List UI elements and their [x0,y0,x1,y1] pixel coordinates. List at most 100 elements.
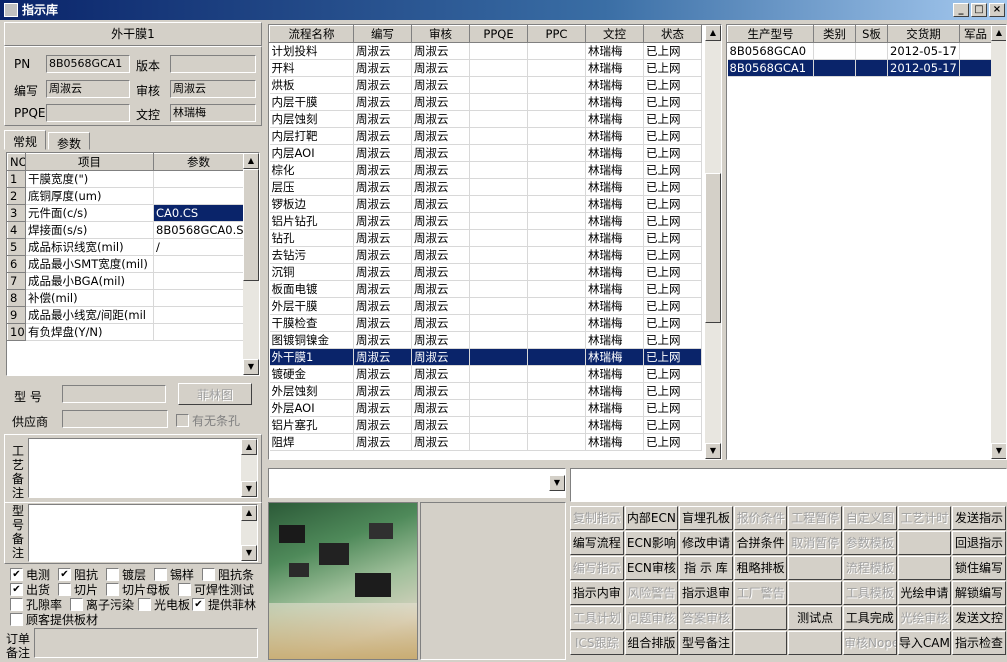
checkbox-box[interactable] [58,583,71,596]
chevron-down-icon[interactable]: ▼ [549,475,565,491]
checkbox-box[interactable] [202,568,215,581]
writer-field[interactable]: 周淑云 [46,80,130,98]
orders-scrollbar[interactable]: ▲ ▼ [991,25,1006,459]
checkbox-13[interactable]: 顾客提供板材 [10,611,98,628]
table-row[interactable]: 10 有负焊盘(Y/N) [7,323,244,341]
scroll-down-icon[interactable]: ▼ [243,359,259,375]
table-row[interactable]: 8B0568GCA1 2012-05-17 [727,59,992,77]
table-row[interactable]: 锣板边 周淑云 周淑云 林瑞梅 已上网 [269,195,702,213]
table-row[interactable]: 图镀铜镍金 周淑云 周淑云 林瑞梅 已上网 [269,331,702,349]
checkbox-box[interactable]: ✔ [192,598,205,611]
tab-params[interactable]: 参数 [48,132,91,151]
action-button-1-4[interactable]: 取消暂停 [788,531,842,555]
param-value[interactable] [153,306,244,324]
table-row[interactable]: 沉铜 周淑云 周淑云 林瑞梅 已上网 [269,263,702,281]
table-row[interactable]: 去钻污 周淑云 周淑云 林瑞梅 已上网 [269,246,702,264]
table-row[interactable]: 内层干膜 周淑云 周淑云 林瑞梅 已上网 [269,93,702,111]
action-button-5-7[interactable]: 指示检查 [952,631,1006,655]
param-value[interactable]: / [153,238,244,256]
tab-general[interactable]: 常规 [4,130,47,150]
action-button-3-3[interactable]: 工厂警告 [733,581,788,605]
param-value[interactable] [153,187,244,205]
flow-col-header[interactable]: 状态 [643,25,702,43]
action-button-2-4[interactable] [788,556,842,580]
action-button-0-4[interactable]: 工程暂停 [788,506,842,530]
action-button-4-1[interactable]: 问题审核 [624,606,679,630]
table-row[interactable]: 1 干膜宽度(") [7,170,244,188]
param-col-item[interactable]: 项目 [25,153,154,171]
action-button-5-4[interactable] [788,631,842,655]
table-row[interactable]: 7 成品最小BGA(mil) [7,272,244,290]
checkbox-box[interactable]: ✔ [10,568,23,581]
action-button-3-5[interactable]: 工具模板 [843,581,897,605]
action-button-2-3[interactable]: 租略排板 [733,556,788,580]
checkbox-box[interactable] [70,598,83,611]
close-button[interactable]: × [989,3,1005,17]
action-button-4-3[interactable] [733,606,788,630]
order-note-input[interactable] [34,628,258,658]
review-field[interactable]: 周淑云 [170,80,256,98]
flow-col-header[interactable]: 审核 [411,25,470,43]
action-button-2-1[interactable]: ECN审核 [624,556,679,580]
action-button-4-4[interactable]: 测试点 [788,606,842,630]
supplier-field[interactable] [62,410,168,428]
action-button-1-3[interactable]: 合拼条件 [733,531,788,555]
param-value[interactable] [153,289,244,307]
action-button-4-7[interactable]: 发送文控 [952,606,1006,630]
action-button-4-6[interactable]: 光绘审核 [897,606,952,630]
param-value[interactable] [153,323,244,341]
pn-field[interactable]: 8B0568GCA1 [46,55,130,73]
action-button-2-0[interactable]: 编写指示 [570,556,624,580]
action-button-2-2[interactable]: 指 示 库 [679,556,733,580]
scroll-up-icon[interactable]: ▲ [243,153,259,169]
checkbox-box[interactable] [10,613,23,626]
table-row[interactable]: 外层蚀刻 周淑云 周淑云 林瑞梅 已上网 [269,382,702,400]
table-row[interactable]: 铝片塞孔 周淑云 周淑云 林瑞梅 已上网 [269,416,702,434]
action-button-2-7[interactable]: 锁住编写 [952,556,1006,580]
table-row[interactable]: 棕化 周淑云 周淑云 林瑞梅 已上网 [269,161,702,179]
checkbox-box[interactable] [106,583,119,596]
table-row[interactable]: 5 成品标识线宽(mil) / [7,238,244,256]
process-note-input[interactable]: ▲ ▼ [28,438,258,498]
table-row[interactable]: 钻孔 周淑云 周淑云 林瑞梅 已上网 [269,229,702,247]
action-button-4-2[interactable]: 答案审核 [679,606,733,630]
flow-col-header[interactable]: PPC [527,25,586,43]
action-button-5-5[interactable]: 审核Nope [843,631,897,655]
action-button-2-6[interactable] [897,556,952,580]
flow-col-header[interactable]: 流程名称 [269,25,354,43]
scroll-down-icon[interactable]: ▼ [241,545,257,561]
checkbox-11[interactable]: 光电板 [138,596,190,613]
table-row[interactable]: 铝片钻孔 周淑云 周淑云 林瑞梅 已上网 [269,212,702,230]
checkbox-box[interactable] [178,583,191,596]
action-button-3-2[interactable]: 指示退审 [679,581,733,605]
action-button-4-5[interactable]: 工具完成 [843,606,897,630]
action-button-0-1[interactable]: 内部ECN [624,506,679,530]
action-button-5-2[interactable]: 型号备注 [679,631,733,655]
checkbox-box[interactable] [10,598,23,611]
scroll-thumb[interactable] [705,173,721,323]
table-row[interactable]: 内层AOI 周淑云 周淑云 林瑞梅 已上网 [269,144,702,162]
table-row[interactable]: 干膜检查 周淑云 周淑云 林瑞梅 已上网 [269,314,702,332]
scroll-down-icon[interactable]: ▼ [991,443,1006,459]
orders-col-header[interactable]: S板 [855,25,888,43]
version-field[interactable] [170,55,256,73]
table-row[interactable]: 计划投料 周淑云 周淑云 林瑞梅 已上网 [269,42,702,60]
action-button-1-7[interactable]: 回退指示 [952,531,1006,555]
scroll-up-icon[interactable]: ▲ [991,25,1006,41]
checkbox-box[interactable] [154,568,167,581]
table-row[interactable]: 6 成品最小SMT宽度(mil) [7,255,244,273]
scroll-up-icon[interactable]: ▲ [241,439,257,455]
action-button-0-3[interactable]: 报价条件 [733,506,788,530]
action-button-0-6[interactable]: 工艺计时 [897,506,952,530]
model-note-input[interactable]: ▲ ▼ [28,504,258,562]
table-row[interactable]: 外层AOI 周淑云 周淑云 林瑞梅 已上网 [269,399,702,417]
action-button-3-1[interactable]: 风险警告 [624,581,679,605]
table-row[interactable]: 层压 周淑云 周淑云 林瑞梅 已上网 [269,178,702,196]
orders-col-header[interactable]: 生产型号 [727,25,814,43]
flow-col-header[interactable]: PPQE [469,25,528,43]
orders-col-header[interactable]: 交货期 [887,25,960,43]
action-button-0-7[interactable]: 发送指示 [952,506,1006,530]
param-col-value[interactable]: 参数 [153,153,244,171]
ppqe-field[interactable] [46,104,130,122]
table-row[interactable]: 板面电镀 周淑云 周淑云 林瑞梅 已上网 [269,280,702,298]
